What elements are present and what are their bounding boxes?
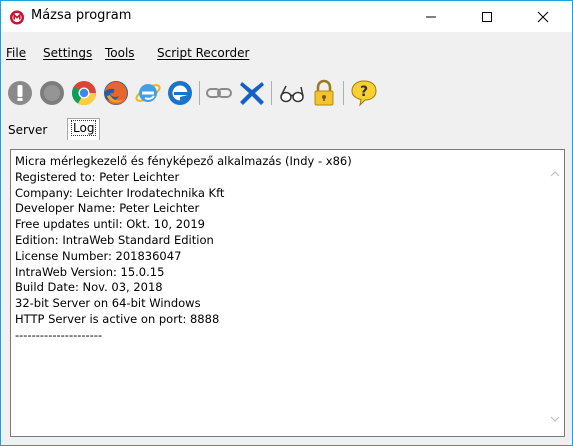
app-scale-icon [9,9,25,25]
log-line: Registered to: Peter Leichter [15,169,180,184]
maximize-button[interactable] [464,1,510,32]
edge-icon[interactable] [165,78,195,108]
log-line: Free updates until: Okt. 10, 2019 [15,217,205,232]
tab-server[interactable]: Server [5,121,50,139]
menu-settings[interactable]: Settings [43,46,92,60]
ie-icon[interactable] [133,78,163,108]
log-line: Micra mérlegkezelő és fényképező alkalma… [15,154,352,168]
log-line: HTTP Server is active on port: 8888 [15,311,220,326]
toolbar-separator [199,81,200,105]
close-button[interactable] [520,1,566,32]
toolbar-separator [343,81,344,105]
stop-icon[interactable] [37,78,67,108]
log-panel[interactable]: Micra mérlegkezelő és fényképező alkalma… [10,149,565,437]
power-icon[interactable] [5,78,35,108]
link-icon[interactable] [204,78,234,108]
log-line: License Number: 201836047 [15,248,182,263]
menu-script-recorder[interactable]: Script Recorder [157,46,249,60]
glasses-icon[interactable] [277,78,307,108]
lock-icon[interactable] [309,78,339,108]
log-line: 32-bit Server on 64-bit Windows [15,296,201,311]
log-line: Developer Name: Peter Leichter [15,201,200,216]
scroll-down-arrow-icon[interactable] [550,407,560,426]
chrome-icon[interactable] [69,78,99,108]
scroll-up-arrow-icon[interactable] [550,162,560,181]
minimize-button[interactable] [408,1,454,32]
log-text[interactable]: Micra mérlegkezelő és fényképező alkalma… [15,154,545,344]
maximize-icon [482,12,492,22]
log-line: Build Date: Nov. 03, 2018 [15,280,163,295]
menu-bar: File Settings Tools Script Recorder [1,46,572,66]
minimize-icon [426,16,436,18]
log-line: --------------------- [15,327,103,342]
svg-text:?: ? [360,84,368,100]
toolbar: ? [1,74,572,112]
help-icon[interactable]: ? [349,78,379,108]
log-line: Company: Leichter Irodatechnika Kft [15,185,225,200]
log-line: IntraWeb Version: 15.0.15 [15,264,165,279]
window-title: Mázsa program [31,8,132,23]
menu-tools[interactable]: Tools [105,46,135,60]
toolbar-separator [271,81,272,105]
firefox-icon[interactable] [101,78,131,108]
tab-log[interactable]: Log [67,118,101,140]
tab-strip: Server Log [1,117,572,141]
tab-log-label: Log [70,120,97,136]
title-bar[interactable]: Mázsa program [1,1,572,32]
delete-icon[interactable] [237,78,267,108]
app-window: Mázsa program File Settings Tools Script… [0,0,573,446]
menu-file[interactable]: File [6,46,26,60]
close-icon [537,11,549,23]
log-line: Edition: IntraWeb Standard Edition [15,232,214,247]
